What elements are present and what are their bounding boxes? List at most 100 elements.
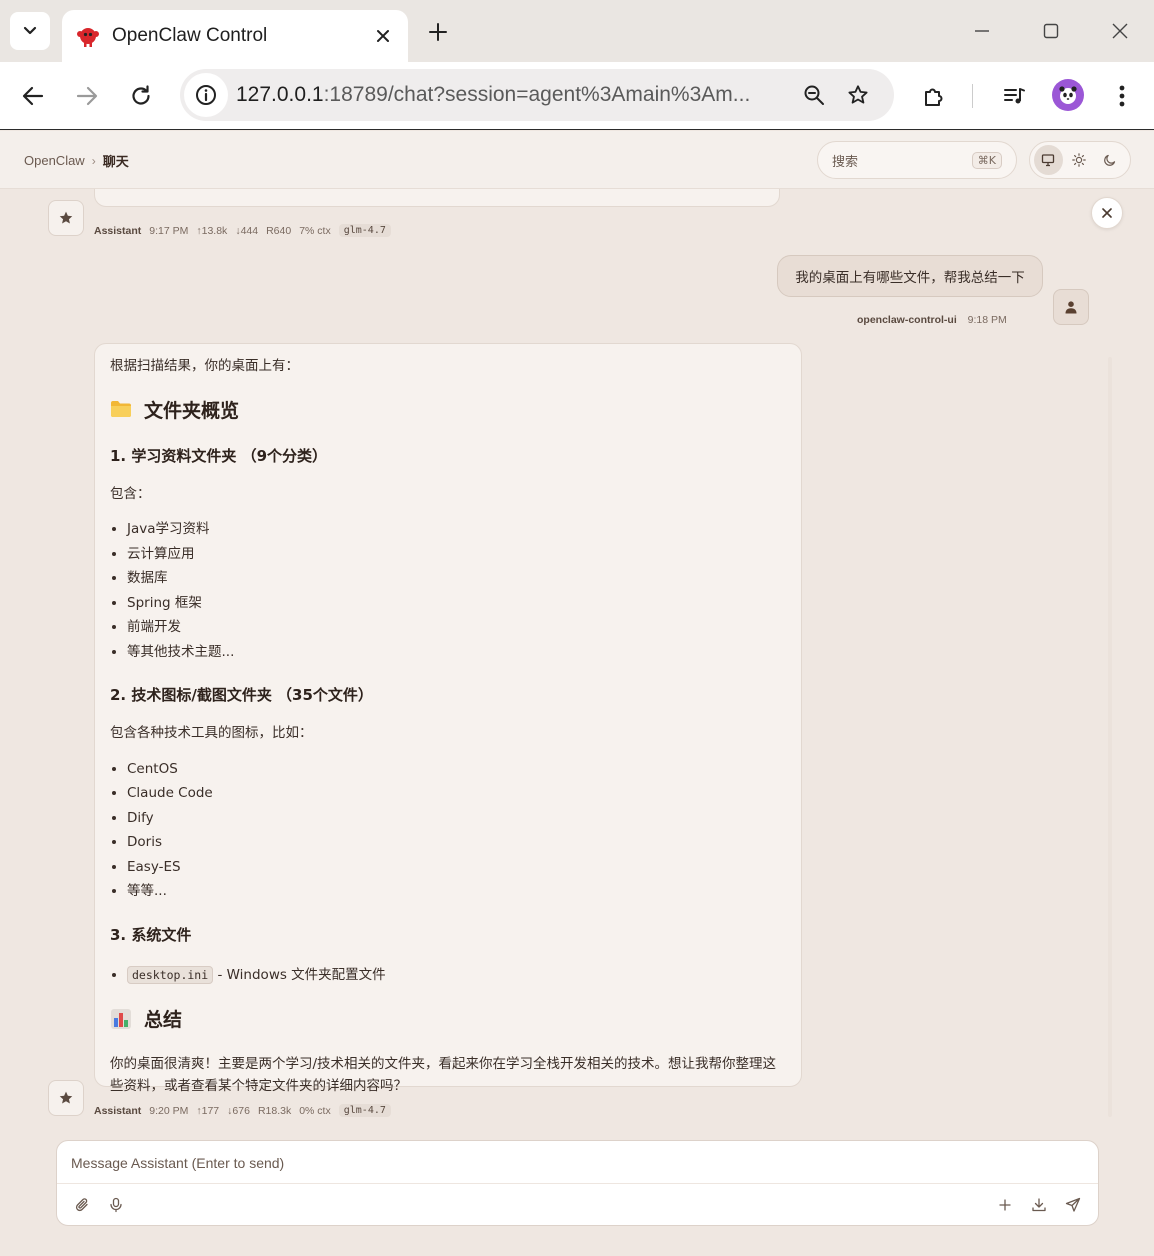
breadcrumb-root[interactable]: OpenClaw [24, 153, 85, 168]
heading-summary-text: 总结 [144, 1009, 183, 1032]
heading-overview-text: 文件夹概览 [144, 399, 240, 422]
window-maximize-button[interactable] [1021, 12, 1081, 50]
list-item: Easy-ES [127, 855, 786, 880]
list-item: 前端开发 [127, 615, 786, 640]
export-button[interactable] [1027, 1193, 1051, 1217]
model-badge: glm-4.7 [338, 1104, 391, 1117]
tab-list-button[interactable] [10, 12, 50, 50]
message-time: 9:17 PM [149, 224, 189, 237]
star-icon [848, 85, 868, 104]
context-usage: 0% ctx [299, 1104, 331, 1117]
bar-chart-icon [111, 1008, 131, 1029]
back-icon [22, 86, 44, 106]
window-close-icon [1112, 23, 1128, 39]
url-path: :18789/chat?session=agent%3Amain%3Am... [323, 83, 751, 106]
new-session-button[interactable] [993, 1193, 1017, 1217]
list-item: 云计算应用 [127, 542, 786, 567]
tab-title: OpenClaw Control [112, 25, 268, 46]
list-item: Doris [127, 830, 786, 855]
reload-icon [132, 85, 150, 105]
extensions-button[interactable] [914, 76, 954, 116]
section-1-title: 1. 学习资料文件夹 （9个分类） [110, 446, 328, 465]
tokens-up: ↑177 [196, 1104, 220, 1117]
list-item: CentOS [127, 757, 786, 782]
section-2-lead: 包含各种技术工具的图标，比如： [110, 725, 313, 742]
url-text[interactable]: 127.0.0.1:18789/chat?session=agent%3Amai… [236, 83, 792, 107]
media-controls-button[interactable] [994, 76, 1034, 116]
sender-name: Assistant [94, 1104, 142, 1117]
message-input[interactable]: Message Assistant (Enter to send) [71, 1155, 284, 1171]
inline-code: desktop.ini [127, 965, 214, 984]
section-1-list: Java学习资料 云计算应用 数据库 Spring 框架 前端开发 等其他技术主… [127, 517, 786, 664]
close-panel-button[interactable] [1091, 197, 1123, 229]
tab-close-button[interactable] [368, 21, 398, 51]
window-close-button[interactable] [1090, 12, 1150, 50]
search-button[interactable]: 搜索 ⌘K [817, 141, 1017, 179]
reload-button[interactable] [121, 76, 161, 116]
assistant-message-bubble: 根据扫描结果，你的桌面上有： 文件夹概览 1. 学习资料文件夹 （9个分类） 包… [94, 343, 802, 1094]
star-icon [59, 211, 73, 224]
back-button[interactable] [13, 76, 53, 116]
list-item-text: - Windows 文件夹配置文件 [213, 966, 386, 983]
assistant-avatar [48, 1080, 84, 1116]
close-icon [377, 30, 389, 42]
tokens-up: ↑13.8k [196, 224, 228, 237]
more-vertical-icon [1119, 85, 1125, 107]
panda-avatar-icon [1059, 86, 1077, 104]
address-bar[interactable]: 127.0.0.1:18789/chat?session=agent%3Amai… [180, 69, 894, 121]
download-icon [1032, 1198, 1046, 1212]
profile-avatar[interactable] [1052, 79, 1084, 111]
tokens-r: R18.3k [257, 1104, 292, 1117]
theme-system-button[interactable] [1034, 145, 1063, 175]
list-item: Java学习资料 [127, 517, 786, 542]
toolbar-divider [972, 84, 973, 108]
message-meta: Assistant 9:20 PM ↑177 ↓676 R18.3k 0% ct… [94, 1104, 399, 1117]
forward-icon [76, 86, 98, 106]
extensions-icon [925, 88, 943, 106]
theme-switcher [1029, 141, 1131, 179]
info-icon [196, 85, 216, 105]
chat-thread[interactable]: Assistant 9:17 PM ↑13.8k ↓444 R640 7% ct… [0, 189, 1154, 1131]
message-meta: Assistant 9:17 PM ↑13.8k ↓444 R640 7% ct… [94, 224, 399, 237]
message-time: 9:20 PM [149, 1104, 189, 1117]
site-info-button[interactable] [184, 73, 228, 117]
theme-dark-button[interactable] [1095, 145, 1124, 175]
browser-tab-active[interactable]: OpenClaw Control [62, 10, 408, 62]
list-item: 数据库 [127, 566, 786, 591]
send-button[interactable] [1061, 1193, 1085, 1217]
new-tab-button[interactable] [420, 14, 456, 50]
folder-icon [111, 401, 131, 418]
list-item: desktop.ini - Windows 文件夹配置文件 [127, 963, 786, 988]
breadcrumb-separator: › [91, 153, 96, 168]
bookmark-button[interactable] [836, 73, 880, 117]
user-message-text: 我的桌面上有哪些文件，帮我总结一下 [795, 270, 1025, 286]
user-message-time: 9:18 PM [967, 314, 1007, 326]
maximize-icon [1043, 23, 1059, 39]
user-icon [1065, 301, 1077, 314]
url-host: 127.0.0.1 [236, 83, 324, 106]
section-2-title: 2. 技术图标/截图文件夹 （35个文件） [110, 686, 373, 705]
assistant-avatar [48, 200, 84, 236]
scrollbar-track[interactable] [1108, 357, 1112, 1117]
browser-menu-button[interactable] [1102, 76, 1142, 116]
tokens-r: R640 [266, 224, 292, 237]
window-minimize-button[interactable] [952, 12, 1012, 50]
tokens-down: ↓676 [227, 1104, 250, 1117]
context-usage: 7% ctx [299, 224, 331, 237]
sender-name: Assistant [94, 224, 142, 237]
minimize-icon [975, 30, 989, 32]
previous-message-bubble [94, 189, 780, 207]
list-item: Spring 框架 [127, 591, 786, 616]
zoom-button[interactable] [792, 73, 836, 117]
attach-button[interactable] [70, 1193, 94, 1217]
section-1-lead: 包含： [110, 485, 151, 502]
heading-summary: 总结 [110, 1005, 786, 1032]
plus-icon [999, 1199, 1011, 1211]
voice-input-button[interactable] [104, 1193, 128, 1217]
user-message-bubble: 我的桌面上有哪些文件，帮我总结一下 [777, 255, 1043, 297]
breadcrumb: OpenClaw › 聊天 [24, 151, 129, 170]
star-icon [59, 1091, 73, 1104]
send-icon [1065, 1197, 1081, 1212]
theme-light-button[interactable] [1065, 145, 1094, 175]
forward-button[interactable] [67, 76, 107, 116]
